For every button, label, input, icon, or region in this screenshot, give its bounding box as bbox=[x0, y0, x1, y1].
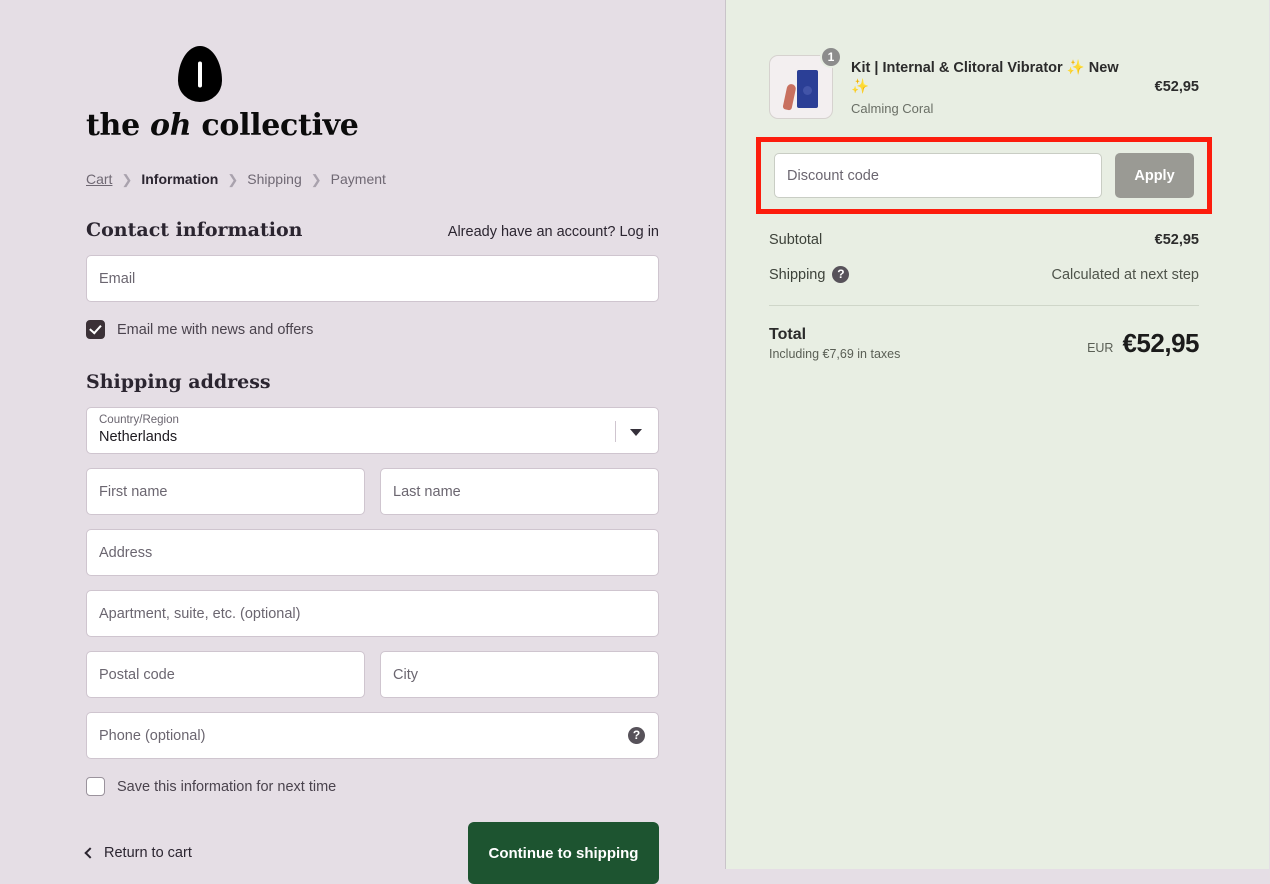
product-variant: Calming Coral bbox=[851, 100, 934, 116]
product-price: €52,95 bbox=[1154, 79, 1199, 95]
product-box-shape bbox=[797, 70, 818, 108]
total-currency: EUR bbox=[1087, 341, 1114, 355]
total-right: EUR €52,95 bbox=[1087, 328, 1199, 359]
shipping-address-header: Shipping address bbox=[86, 371, 659, 393]
logo-word-oh: oh bbox=[150, 108, 192, 143]
logo-word-collective: collective bbox=[191, 108, 359, 143]
checkout-page: the oh collective Cart ❯ Information ❯ S… bbox=[0, 0, 1270, 884]
discount-code-row: Discount code Apply bbox=[774, 153, 1194, 198]
quantity-badge: 1 bbox=[820, 46, 842, 68]
phone-placeholder: Phone (optional) bbox=[99, 727, 206, 744]
subtotal-value: €52,95 bbox=[1154, 232, 1199, 248]
total-label: Total bbox=[769, 326, 807, 343]
continue-to-shipping-button[interactable]: Continue to shipping bbox=[468, 822, 659, 884]
chevron-down-icon[interactable] bbox=[630, 429, 642, 436]
apply-discount-button[interactable]: Apply bbox=[1115, 153, 1194, 198]
product-device-shape bbox=[782, 83, 797, 111]
apartment-field[interactable]: Apartment, suite, etc. (optional) bbox=[86, 590, 659, 637]
product-details: Kit | Internal & Clitoral Vibrator ✨ New… bbox=[851, 59, 1137, 116]
first-name-placeholder: First name bbox=[99, 483, 168, 500]
breadcrumb-item-shipping: Shipping bbox=[247, 171, 302, 187]
discount-code-highlight: Discount code Apply bbox=[756, 137, 1212, 214]
last-name-field[interactable]: Last name bbox=[380, 468, 659, 515]
first-name-field[interactable]: First name bbox=[86, 468, 365, 515]
phone-field[interactable]: Phone (optional) ? bbox=[86, 712, 659, 759]
login-prompt: Already have an account? Log in bbox=[448, 224, 659, 240]
question-mark-icon[interactable]: ? bbox=[832, 266, 850, 283]
shipping-label: Shipping bbox=[769, 266, 826, 283]
newsletter-checkbox[interactable] bbox=[86, 320, 105, 339]
return-to-cart-link[interactable]: Return to cart bbox=[84, 845, 192, 861]
subtotal-label: Subtotal bbox=[769, 232, 823, 248]
address-field[interactable]: Address bbox=[86, 529, 659, 576]
breadcrumb-item-payment: Payment bbox=[330, 171, 386, 187]
shipping-value: Calculated at next step bbox=[1051, 266, 1199, 283]
breadcrumb: Cart ❯ Information ❯ Shipping ❯ Payment bbox=[86, 171, 659, 187]
save-info-checkbox-row[interactable]: Save this information for next time bbox=[86, 777, 659, 796]
postal-code-placeholder: Postal code bbox=[99, 666, 175, 683]
city-field[interactable]: City bbox=[380, 651, 659, 698]
chevron-right-icon: ❯ bbox=[310, 171, 322, 187]
subtotal-row: Subtotal €52,95 bbox=[769, 232, 1199, 248]
product-title-text: Kit | Internal & Clitoral Vibrator bbox=[851, 59, 1063, 76]
checkout-form-panel: the oh collective Cart ❯ Information ❯ S… bbox=[0, 0, 726, 884]
log-in-link[interactable]: Log in bbox=[619, 224, 659, 240]
total-amount: €52,95 bbox=[1122, 328, 1199, 358]
country-region-select[interactable]: Country/Region Netherlands bbox=[86, 407, 659, 454]
total-row: Total Including €7,69 in taxes EUR €52,9… bbox=[769, 326, 1199, 361]
sparkles-icon: ✨ bbox=[851, 78, 870, 95]
apartment-placeholder: Apartment, suite, etc. (optional) bbox=[99, 605, 301, 622]
newsletter-label: Email me with news and offers bbox=[117, 321, 314, 338]
store-logo[interactable]: the oh collective bbox=[86, 46, 359, 143]
breadcrumb-item-cart[interactable]: Cart bbox=[86, 171, 112, 187]
city-placeholder: City bbox=[393, 666, 418, 683]
product-title: Kit | Internal & Clitoral Vibrator ✨ New… bbox=[851, 59, 1137, 97]
store-logo-text: the oh collective bbox=[86, 108, 359, 143]
postal-code-field[interactable]: Postal code bbox=[86, 651, 365, 698]
order-summary-panel: 1 Kit | Internal & Clitoral Vibrator ✨ N… bbox=[726, 0, 1269, 869]
total-left: Total Including €7,69 in taxes bbox=[769, 326, 900, 361]
shipping-label-wrap: Shipping ? bbox=[769, 266, 850, 283]
sparkles-icon: ✨ bbox=[1066, 59, 1085, 76]
breadcrumb-item-information[interactable]: Information bbox=[141, 171, 218, 187]
shipping-row: Shipping ? Calculated at next step bbox=[769, 266, 1199, 283]
product-thumbnail-wrap: 1 bbox=[769, 46, 842, 119]
discount-code-placeholder: Discount code bbox=[787, 167, 879, 184]
egg-logo-icon bbox=[178, 46, 222, 102]
country-region-label: Country/Region bbox=[99, 414, 179, 426]
chevron-right-icon: ❯ bbox=[121, 171, 133, 187]
save-info-label: Save this information for next time bbox=[117, 778, 337, 795]
address-placeholder: Address bbox=[99, 544, 153, 561]
save-info-checkbox[interactable] bbox=[86, 777, 105, 796]
chevron-right-icon: ❯ bbox=[227, 171, 239, 187]
newsletter-checkbox-row[interactable]: Email me with news and offers bbox=[86, 320, 659, 339]
contact-information-title: Contact information bbox=[86, 219, 303, 241]
discount-code-input[interactable]: Discount code bbox=[774, 153, 1102, 198]
postal-city-row: Postal code City bbox=[86, 637, 659, 698]
last-name-placeholder: Last name bbox=[393, 483, 461, 500]
name-row: First name Last name bbox=[86, 454, 659, 515]
country-region-value: Netherlands bbox=[99, 429, 178, 445]
total-taxes-note: Including €7,69 in taxes bbox=[769, 347, 901, 361]
summary-divider bbox=[769, 305, 1199, 306]
email-field[interactable]: Email bbox=[86, 255, 659, 302]
chevron-left-icon bbox=[84, 847, 96, 859]
contact-information-header: Contact information Already have an acco… bbox=[86, 219, 659, 241]
select-divider bbox=[615, 421, 616, 442]
question-mark-icon[interactable]: ? bbox=[628, 727, 645, 744]
form-footer: Return to cart Continue to shipping bbox=[84, 822, 659, 884]
return-to-cart-label: Return to cart bbox=[104, 845, 192, 861]
shipping-address-title: Shipping address bbox=[86, 371, 271, 393]
logo-word-the: the bbox=[86, 108, 151, 143]
login-prompt-text: Already have an account? bbox=[447, 224, 616, 240]
email-placeholder: Email bbox=[99, 270, 136, 287]
order-line-item: 1 Kit | Internal & Clitoral Vibrator ✨ N… bbox=[769, 46, 1199, 119]
product-title-badge-word: New bbox=[1088, 59, 1119, 76]
